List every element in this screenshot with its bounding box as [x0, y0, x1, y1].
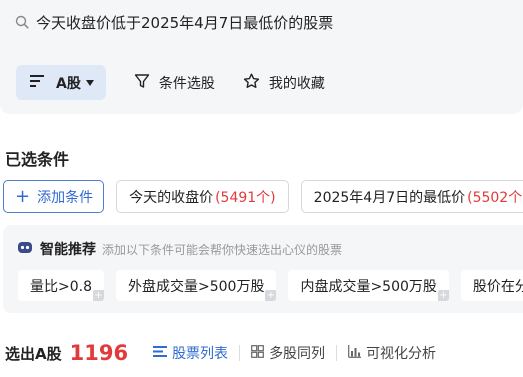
suggestion-label: 量比>0.8: [30, 278, 92, 295]
condition-label: 今天的收盘价: [129, 189, 214, 206]
suggestion-chip[interactable]: 外盘成交量>500万股 +: [116, 270, 277, 301]
suggestion-label: 股价在分时均价线上方: [472, 278, 523, 295]
result-count: 1196: [69, 341, 129, 365]
filter-icon: [134, 73, 150, 93]
market-select-button[interactable]: A股: [16, 65, 106, 100]
suggestion-label: 外盘成交量>500万股: [128, 278, 265, 295]
add-condition-label: 添加条件: [37, 189, 94, 206]
search-panel: 今天收盘价低于2025年4月7日最低价的股票 A股 条件选股 我的收藏: [0, 0, 523, 114]
tab-visual-analysis[interactable]: 可视化分析: [337, 343, 447, 363]
condition-chip[interactable]: 今天的收盘价 (5491个): [116, 180, 289, 213]
plus-icon[interactable]: +: [93, 290, 104, 301]
list-icon: [153, 345, 168, 362]
grid-icon: [251, 344, 264, 362]
condition-chip[interactable]: 2025年4月7日的最低价 (5502个): [300, 180, 523, 213]
plus-icon[interactable]: +: [437, 290, 449, 301]
tab-label: 股票列表: [172, 346, 229, 362]
tab-stock-list[interactable]: 股票列表: [142, 343, 239, 363]
favorites-button[interactable]: 我的收藏: [243, 65, 325, 100]
condition-list: + 添加条件 今天的收盘价 (5491个) 2025年4月7日的最低价 (550…: [3, 180, 523, 214]
caret-down-icon: [85, 79, 94, 86]
add-condition-button[interactable]: + 添加条件: [3, 180, 105, 213]
condition-count: (5502个): [467, 189, 523, 206]
star-icon: [243, 73, 260, 93]
search-icon: [14, 14, 30, 30]
condition-count: (5491个): [215, 189, 276, 206]
filter-label: 条件选股: [158, 75, 215, 92]
sort-lines-icon: [30, 73, 46, 92]
smart-recommend-title: 智能推荐: [40, 242, 96, 258]
smart-recommend-panel: 智能推荐 添加以下条件可能会帮你快速选出心仪的股票 量比>0.8 + 外盘成交量…: [3, 225, 523, 313]
favorites-label: 我的收藏: [268, 75, 325, 92]
plus-icon: +: [15, 185, 31, 207]
bar-chart-icon: [348, 344, 362, 362]
selected-conditions-title: 已选条件: [5, 150, 70, 169]
smart-recommend-header: 智能推荐 添加以下条件可能会帮你快速选出心仪的股票: [17, 239, 342, 259]
tab-label: 可视化分析: [366, 346, 437, 362]
result-label: 选出A股: [5, 344, 62, 363]
suggestion-chip[interactable]: 内盘成交量>500万股 +: [288, 270, 449, 301]
condition-label: 2025年4月7日的最低价: [313, 189, 466, 206]
suggestion-list: 量比>0.8 + 外盘成交量>500万股 + 内盘成交量>500万股 + 股价在…: [18, 270, 523, 301]
smart-recommend-subtitle: 添加以下条件可能会帮你快速选出心仪的股票: [102, 242, 343, 257]
result-bar: 选出A股 1196 股票列表 多股同列 可视化分析: [5, 340, 447, 366]
suggestion-label: 内盘成交量>500万股: [300, 278, 437, 295]
market-label: A股: [56, 75, 81, 92]
tab-label: 多股同列: [269, 346, 326, 362]
plus-icon[interactable]: +: [265, 290, 277, 301]
suggestion-chip[interactable]: 量比>0.8 +: [18, 270, 104, 301]
suggestion-chip[interactable]: 股价在分时均价线上方 +: [460, 270, 523, 301]
robot-icon: [17, 240, 33, 259]
toolbar: A股 条件选股 我的收藏: [16, 65, 325, 100]
search-query[interactable]: 今天收盘价低于2025年4月7日最低价的股票: [36, 12, 333, 33]
filter-stock-button[interactable]: 条件选股: [134, 65, 215, 100]
tab-multi-stock[interactable]: 多股同列: [240, 343, 336, 363]
search-bar[interactable]: 今天收盘价低于2025年4月7日最低价的股票: [14, 10, 333, 34]
